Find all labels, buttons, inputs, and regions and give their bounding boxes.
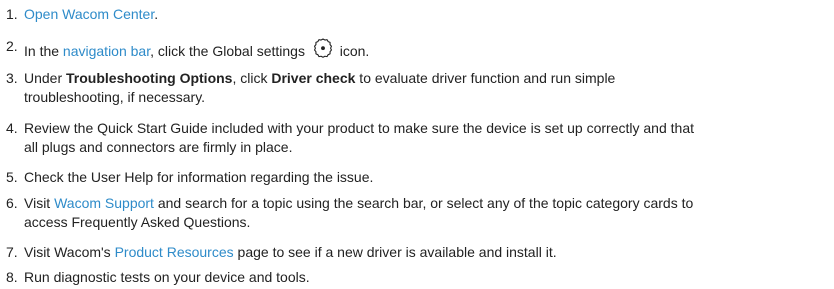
- step-number: 4.: [6, 120, 18, 136]
- step-text: Open Wacom Center.: [24, 5, 829, 24]
- product-resources-link[interactable]: Product Resources: [115, 244, 234, 260]
- wacom-support-link[interactable]: Wacom Support: [54, 195, 154, 211]
- step-text: Under Troubleshooting Options, click Dri…: [24, 69, 829, 107]
- step-text: Review the Quick Start Guide included wi…: [24, 119, 829, 157]
- open-wacom-center-link[interactable]: Open Wacom Center: [24, 6, 154, 22]
- step-text-prefix: Under: [24, 70, 67, 86]
- step-text: Visit Wacom's Product Resources page to …: [24, 243, 829, 262]
- step-number: 8.: [6, 269, 18, 285]
- step-text-suffix: page to see if a new driver is available…: [233, 244, 557, 260]
- gear-icon: [312, 37, 334, 59]
- step-text: Visit Wacom Support and search for a top…: [24, 194, 829, 232]
- step-text-prefix: In the: [24, 43, 63, 59]
- troubleshooting-options-label: Troubleshooting Options: [66, 70, 233, 86]
- step-number: 3.: [6, 70, 18, 86]
- step-number: 2.: [6, 38, 18, 54]
- step-number: 5.: [6, 169, 18, 185]
- step-text-prefix: Visit: [24, 195, 55, 211]
- driver-check-label: Driver check: [271, 70, 356, 86]
- step-number: 6.: [6, 195, 18, 211]
- navigation-bar-link[interactable]: navigation bar: [63, 43, 150, 59]
- step-text-suffix: .: [154, 6, 159, 22]
- step-text-line2: troubleshooting, if necessary.: [24, 89, 206, 105]
- step-text-line2: access Frequently Asked Questions.: [24, 214, 251, 230]
- step-number: 1.: [6, 6, 18, 22]
- step-text-line1: Review the Quick Start Guide included wi…: [24, 120, 694, 136]
- step-text-line2: all plugs and connectors are firmly in p…: [24, 139, 293, 155]
- step-number: 7.: [6, 244, 18, 260]
- step-text-prefix: Visit Wacom's: [24, 244, 115, 260]
- step-text-middle: , click: [232, 70, 272, 86]
- step-text-suffix: and search for a topic using the search …: [153, 195, 694, 211]
- step-text: Check the User Help for information rega…: [24, 169, 374, 185]
- step-text: Run diagnostic tests on your device and …: [24, 269, 310, 285]
- step-text-middle: , click the Global settings: [150, 43, 309, 59]
- step-text-suffix: to evaluate driver function and run simp…: [355, 70, 616, 86]
- step-text-suffix: icon.: [335, 43, 370, 59]
- step-text: In the navigation bar, click the Global …: [24, 37, 829, 61]
